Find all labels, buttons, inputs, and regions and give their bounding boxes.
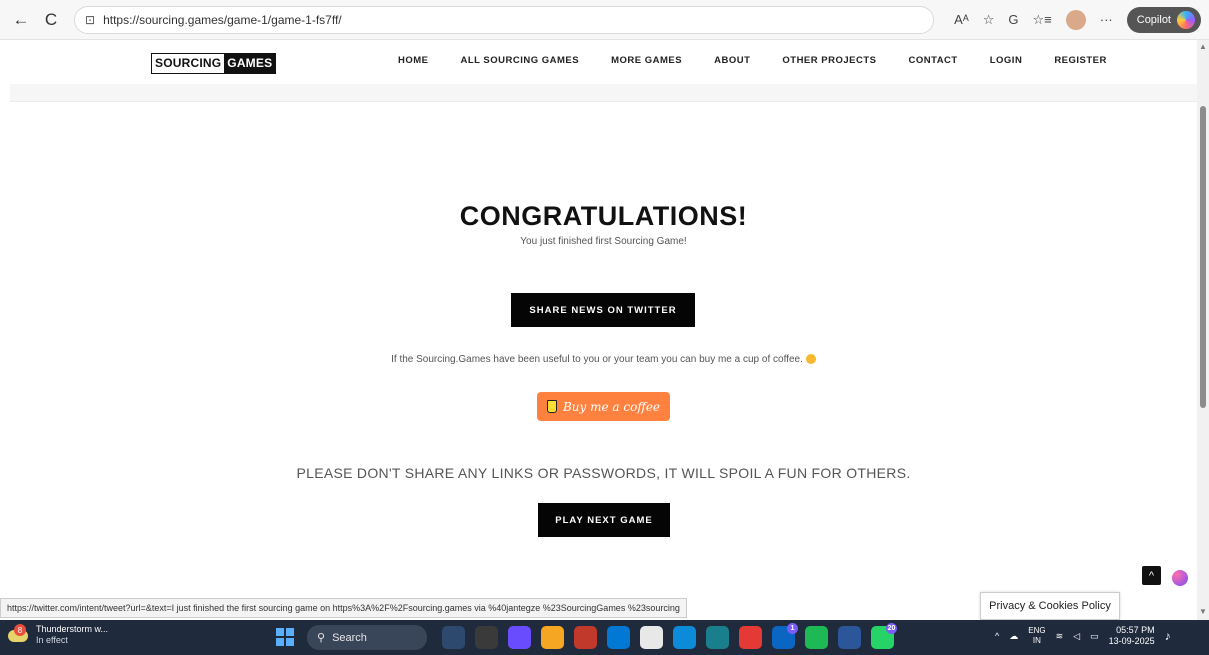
buy-me-a-coffee-button[interactable]: Buy me a coffee (537, 392, 670, 421)
smile-emoji-icon (805, 354, 816, 365)
clock-time: 05:57 PM (1116, 625, 1155, 635)
windows-taskbar: 8 Thunderstorm w... In effect ⚲ Search 1… (0, 620, 1209, 655)
nav-more-games[interactable]: MORE GAMES (611, 55, 682, 66)
edge-icon[interactable] (673, 626, 696, 649)
scroll-up-arrow-icon[interactable]: ▲ (1199, 42, 1207, 51)
copilot-label: Copilot (1136, 13, 1171, 26)
profile-avatar[interactable] (1065, 9, 1086, 30)
search-label: Search (332, 631, 367, 644)
url-text: https://sourcing.games/game-1/game-1-fs7… (103, 12, 342, 27)
logo-text-sourcing: SOURCING (152, 54, 225, 73)
system-tray: ^ ☁ ENG IN ≋ ◁ ▭ 05:57 PM 13-09-2025 ♪ (995, 625, 1171, 647)
scroll-thumb[interactable] (1200, 106, 1206, 408)
browser-toolbar: ← C ⊡ https://sourcing.games/game-1/game… (0, 0, 1209, 40)
coffee-message: If the Sourcing.Games have been useful t… (10, 354, 1197, 365)
weather-badge: 8 (14, 624, 26, 636)
nav-register[interactable]: REGISTER (1054, 55, 1107, 66)
thunderstorm-icon: 8 (8, 624, 30, 646)
copilot-icon (1177, 10, 1195, 29)
windows-start-icon[interactable] (276, 628, 294, 646)
onedrive-icon[interactable]: ☁ (1009, 631, 1018, 642)
page-scrollbar[interactable]: ▲ ▼ (1197, 40, 1209, 620)
copilot-app-icon[interactable] (508, 626, 531, 649)
task-view-icon[interactable] (475, 626, 498, 649)
battery-icon[interactable]: ▭ (1090, 631, 1099, 642)
wps-office-icon[interactable] (739, 626, 762, 649)
more-menu-icon[interactable]: ··· (1100, 12, 1113, 27)
page-subtitle: You just finished first Sourcing Game! (520, 236, 687, 247)
site-header: SOURCING GAMES HOME ALL SOURCING GAMES M… (10, 40, 1197, 84)
taskbar-search[interactable]: ⚲ Search (307, 625, 427, 650)
back-to-top-button[interactable]: ^ (1142, 566, 1161, 585)
clock[interactable]: 05:57 PM 13-09-2025 (1109, 625, 1155, 647)
language-bottom: IN (1032, 636, 1041, 645)
copilot-button[interactable]: Copilot (1126, 6, 1201, 33)
linkedin-icon[interactable]: 1 (772, 623, 798, 649)
back-arrow-icon[interactable]: ← (8, 7, 34, 33)
language-indicator[interactable]: ENG IN (1028, 626, 1045, 646)
chevron-up-icon[interactable]: ^ (995, 631, 999, 641)
nav-login[interactable]: LOGIN (990, 55, 1023, 66)
whatsapp-icon[interactable]: 20 (871, 623, 897, 649)
collections-icon[interactable]: ☆≡ (1033, 12, 1052, 28)
main-nav: HOME ALL SOURCING GAMES MORE GAMES ABOUT… (398, 55, 1107, 66)
weather-subtitle: In effect (36, 635, 68, 645)
weather-title: Thunderstorm w... (36, 624, 109, 634)
scroll-down-arrow-icon[interactable]: ▼ (1199, 607, 1207, 616)
nav-all-sourcing-games[interactable]: ALL SOURCING GAMES (461, 55, 580, 66)
logo-text-games: GAMES (224, 54, 276, 73)
vscode-icon[interactable] (607, 626, 630, 649)
nav-home[interactable]: HOME (398, 55, 429, 66)
mcafee-icon[interactable] (574, 626, 597, 649)
sharing-warning: PLEASE DON'T SHARE ANY LINKS OR PASSWORD… (296, 465, 911, 481)
refresh-icon[interactable]: C (38, 7, 64, 33)
main-content: CONGRATULATIONS! You just finished first… (10, 102, 1197, 620)
header-divider-strip (10, 84, 1197, 102)
notepad-icon[interactable] (640, 626, 663, 649)
wifi-icon[interactable]: ≋ (1056, 631, 1064, 642)
favorite-star-icon[interactable]: ☆ (983, 12, 995, 28)
link-status-bar: https://twitter.com/intent/tweet?url=&te… (0, 598, 687, 618)
clock-date: 13-09-2025 (1108, 636, 1155, 646)
nav-about[interactable]: ABOUT (714, 55, 750, 66)
language-top: ENG (1028, 626, 1046, 635)
coffee-message-text: If the Sourcing.Games have been useful t… (391, 354, 803, 365)
coffee-button-label: Buy me a coffee (562, 399, 661, 414)
spotify-icon[interactable] (805, 626, 828, 649)
word-icon[interactable] (838, 626, 861, 649)
chrome-icon[interactable] (541, 626, 564, 649)
nav-other-projects[interactable]: OTHER PROJECTS (782, 55, 876, 66)
share-twitter-button[interactable]: SHARE NEWS ON TWITTER (511, 293, 695, 327)
page-title: CONGRATULATIONS! (459, 201, 748, 231)
site-logo[interactable]: SOURCING GAMES (151, 53, 277, 74)
widgets-app-icon[interactable] (442, 626, 465, 649)
nav-contact[interactable]: CONTACT (908, 55, 957, 66)
page-viewport: SOURCING GAMES HOME ALL SOURCING GAMES M… (0, 40, 1209, 620)
address-bar[interactable]: ⊡ https://sourcing.games/game-1/game-1-f… (74, 5, 934, 34)
play-next-game-button[interactable]: PLAY NEXT GAME (538, 503, 670, 537)
read-aloud-icon[interactable]: Aᴬ (954, 12, 969, 27)
weather-widget[interactable]: 8 Thunderstorm w... In effect (8, 624, 108, 646)
volume-icon[interactable]: ◁ (1073, 631, 1080, 642)
privacy-cookies-button[interactable]: Privacy & Cookies Policy (980, 592, 1120, 620)
whatsapp-badge: 20 (886, 623, 897, 634)
search-icon: ⚲ (317, 632, 326, 644)
taskbar-apps: 1 20 (442, 623, 897, 649)
notification-bell-icon[interactable]: ♪ (1165, 629, 1171, 643)
assistant-brain-icon[interactable] (1172, 570, 1188, 586)
site-info-icon[interactable]: ⊡ (85, 13, 95, 27)
remote-desktop-icon[interactable] (706, 626, 729, 649)
split-screen-icon[interactable]: G (1008, 12, 1018, 27)
coffee-cup-icon (546, 400, 557, 413)
linkedin-badge: 1 (787, 623, 798, 634)
